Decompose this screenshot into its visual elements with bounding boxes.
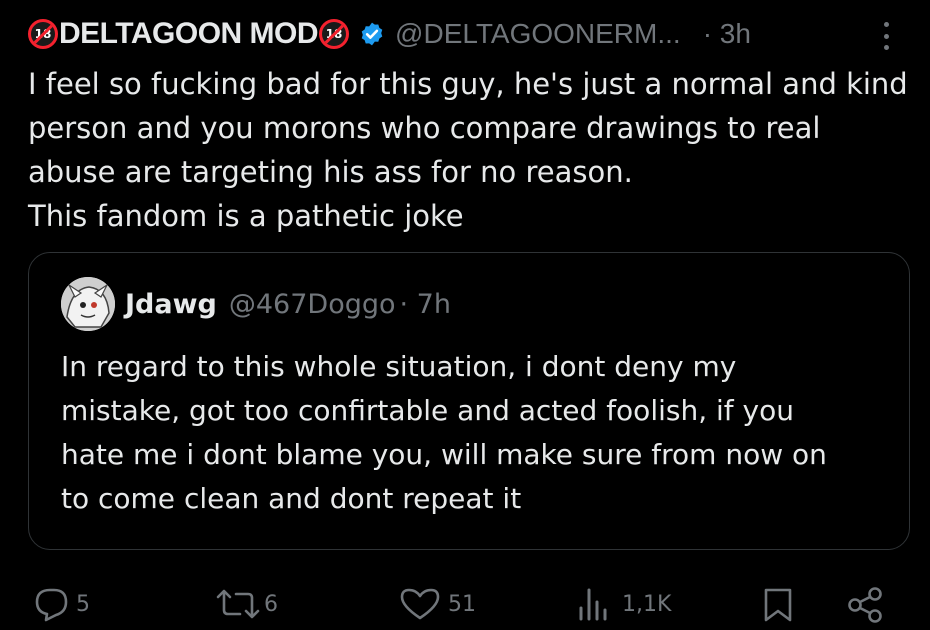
bookmark-button[interactable] (760, 586, 796, 624)
quoted-text-line: mistake, got too confirtable and acted f… (61, 394, 794, 427)
heart-icon (400, 588, 440, 620)
view-count: 1,1K (622, 591, 672, 617)
like-count: 51 (448, 591, 476, 617)
post-text-line: abuse are targeting his ass for no reaso… (28, 155, 633, 189)
avatar[interactable] (61, 277, 115, 331)
action-bar: 5 6 51 1,1K (0, 580, 930, 628)
age-18-badge-icon: 18 (319, 19, 350, 49)
quoted-text-line: to come clean and dont repeat it (61, 482, 522, 515)
bookmark-icon (764, 588, 792, 622)
like-button[interactable]: 51 (398, 586, 476, 622)
quoted-text-line: hate me i dont blame you, will make sure… (61, 438, 827, 471)
quoted-post[interactable]: Jdawg @467Doggo · 7h In regard to this w… (28, 252, 910, 550)
analytics-bars-icon (579, 588, 607, 621)
repost-button[interactable]: 6 (214, 586, 278, 622)
reply-count: 5 (76, 591, 90, 617)
share-button[interactable] (846, 586, 886, 624)
age-18-badge-icon: 18 (28, 19, 58, 49)
verified-badge-icon[interactable] (359, 21, 385, 47)
more-options-icon[interactable] (876, 18, 896, 54)
post-text-line: I feel so fucking bad for this guy, he's… (28, 67, 908, 101)
author-handle[interactable]: @DELTAGOONERM... (395, 18, 681, 50)
post-timestamp[interactable]: · 3h (703, 18, 751, 50)
quoted-author-name[interactable]: Jdawg (125, 289, 217, 320)
quoted-post-header: Jdawg @467Doggo · 7h (61, 277, 451, 331)
views-button[interactable]: 1,1K (576, 586, 671, 622)
share-nodes-icon (848, 587, 882, 623)
reply-button[interactable]: 5 (32, 586, 90, 622)
quoted-text-line: In regard to this whole situation, i don… (61, 350, 737, 383)
quoted-post-timestamp[interactable]: · 7h (400, 289, 451, 320)
repost-icon (216, 589, 260, 619)
repost-count: 6 (264, 591, 278, 617)
quoted-post-text: In regard to this whole situation, i don… (61, 345, 827, 521)
post-text-line: This fandom is a pathetic joke (28, 199, 464, 233)
post-text-line: person and you morons who compare drawin… (28, 111, 821, 145)
reply-icon (35, 588, 68, 622)
author-display-name[interactable]: DELTAGOON MOD (59, 17, 319, 51)
post-header: 18 DELTAGOON MOD 18 @DELTAGOONERM... · 3… (28, 14, 751, 54)
post-text: I feel so fucking bad for this guy, he's… (28, 62, 918, 238)
quoted-author-handle[interactable]: @467Doggo (229, 289, 396, 320)
